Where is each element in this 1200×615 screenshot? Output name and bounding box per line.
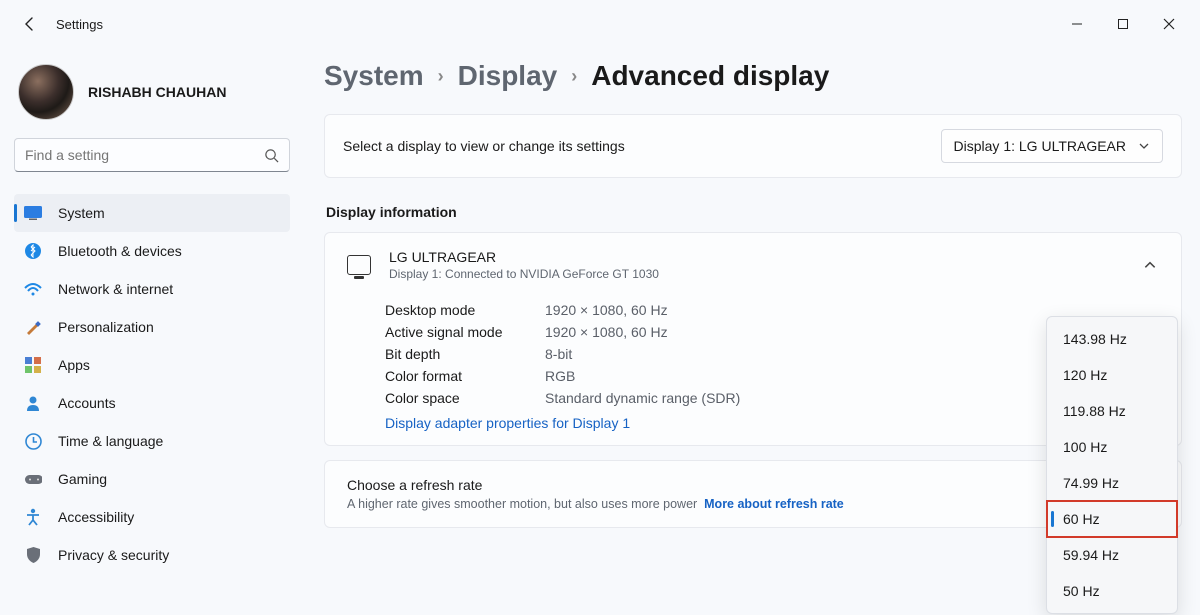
maximize-button[interactable] [1100, 6, 1146, 42]
sidebar-item-gaming[interactable]: Gaming [14, 460, 290, 498]
sidebar-item-apps[interactable]: Apps [14, 346, 290, 384]
info-value: Standard dynamic range (SDR) [545, 390, 740, 406]
refresh-sub: A higher rate gives smoother motion, but… [347, 497, 1159, 511]
sidebar-item-system[interactable]: System [14, 194, 290, 232]
avatar [18, 64, 74, 120]
search-icon [264, 148, 279, 163]
info-row: Bit depth8-bit [385, 343, 1159, 365]
breadcrumb: System › Display › Advanced display [324, 60, 1182, 92]
search-box[interactable] [14, 138, 290, 172]
info-key: Color format [385, 368, 545, 384]
refresh-rate-option[interactable]: 119.88 Hz [1047, 393, 1177, 429]
gamepad-icon [24, 470, 42, 488]
chevron-right-icon: › [438, 66, 444, 87]
sidebar-item-bluetooth-devices[interactable]: Bluetooth & devices [14, 232, 290, 270]
select-display-label: Select a display to view or change its s… [343, 138, 625, 154]
close-button[interactable] [1146, 6, 1192, 42]
sidebar-item-accounts[interactable]: Accounts [14, 384, 290, 422]
info-value: 1920 × 1080, 60 Hz [545, 324, 668, 340]
sidebar-item-label: Accounts [58, 395, 116, 411]
minimize-button[interactable] [1054, 6, 1100, 42]
refresh-rate-option[interactable]: 50 Hz [1047, 573, 1177, 609]
info-value: 1920 × 1080, 60 Hz [545, 302, 668, 318]
wifi-icon [24, 280, 42, 298]
bluetooth-icon [24, 242, 42, 260]
sidebar-item-personalization[interactable]: Personalization [14, 308, 290, 346]
info-key: Desktop mode [385, 302, 545, 318]
a11y-icon [24, 508, 42, 526]
window-title: Settings [56, 17, 103, 32]
profile[interactable]: RISHABH CHAUHAN [14, 54, 290, 138]
search-input[interactable] [25, 147, 264, 163]
refresh-more-link[interactable]: More about refresh rate [704, 497, 844, 511]
display-selector-value: Display 1: LG ULTRAGEAR [954, 138, 1126, 154]
brush-icon [24, 318, 42, 336]
info-key: Bit depth [385, 346, 545, 362]
breadcrumb-system[interactable]: System [324, 60, 424, 92]
refresh-rate-option[interactable]: 120 Hz [1047, 357, 1177, 393]
sidebar-item-label: System [58, 205, 105, 221]
section-title-display-info: Display information [326, 204, 1182, 220]
chevron-down-icon [1138, 140, 1150, 152]
sidebar-item-label: Apps [58, 357, 90, 373]
sidebar-nav: System Bluetooth & devices Network & inter… [14, 194, 290, 574]
info-row: Color formatRGB [385, 365, 1159, 387]
refresh-rate-option[interactable]: 60 Hz [1047, 501, 1177, 537]
sidebar-item-label: Time & language [58, 433, 163, 449]
sidebar-item-privacy-security[interactable]: Privacy & security [14, 536, 290, 574]
refresh-rate-menu[interactable]: 143.98 Hz120 Hz119.88 Hz100 Hz74.99 Hz60… [1046, 316, 1178, 614]
titlebar: Settings [0, 0, 1200, 48]
username: RISHABH CHAUHAN [88, 84, 226, 100]
refresh-title: Choose a refresh rate [347, 477, 1159, 493]
sidebar-item-time-language[interactable]: Time & language [14, 422, 290, 460]
sidebar-item-label: Bluetooth & devices [58, 243, 182, 259]
display-sub: Display 1: Connected to NVIDIA GeForce G… [389, 267, 659, 281]
shield-icon [24, 546, 42, 564]
info-key: Active signal mode [385, 324, 545, 340]
refresh-rate-option[interactable]: 143.98 Hz [1047, 321, 1177, 357]
sidebar-item-network-internet[interactable]: Network & internet [14, 270, 290, 308]
chevron-up-icon [1141, 258, 1159, 272]
sidebar-item-label: Personalization [58, 319, 154, 335]
apps-icon [24, 356, 42, 374]
info-key: Color space [385, 390, 545, 406]
select-display-card: Select a display to view or change its s… [324, 114, 1182, 178]
breadcrumb-current: Advanced display [591, 60, 829, 92]
refresh-rate-option[interactable]: 74.99 Hz [1047, 465, 1177, 501]
display-info-header[interactable]: LG ULTRAGEAR Display 1: Connected to NVI… [325, 233, 1181, 293]
refresh-rate-option[interactable]: 100 Hz [1047, 429, 1177, 465]
sidebar-item-accessibility[interactable]: Accessibility [14, 498, 290, 536]
sidebar: RISHABH CHAUHAN System Bluetooth & device… [0, 48, 300, 615]
window-controls [1054, 6, 1192, 42]
display-name: LG ULTRAGEAR [389, 249, 659, 265]
monitor-icon [347, 255, 371, 275]
chevron-right-icon: › [571, 66, 577, 87]
breadcrumb-display[interactable]: Display [458, 60, 558, 92]
sidebar-item-label: Accessibility [58, 509, 134, 525]
info-value: RGB [545, 368, 575, 384]
info-row: Color spaceStandard dynamic range (SDR) [385, 387, 1159, 409]
refresh-rate-option[interactable]: 59.94 Hz [1047, 537, 1177, 573]
sidebar-item-label: Privacy & security [58, 547, 169, 563]
sidebar-item-label: Gaming [58, 471, 107, 487]
person-icon [24, 394, 42, 412]
info-row: Desktop mode1920 × 1080, 60 Hz [385, 299, 1159, 321]
info-value: 8-bit [545, 346, 572, 362]
display-selector-dropdown[interactable]: Display 1: LG ULTRAGEAR [941, 129, 1163, 163]
info-row: Active signal mode1920 × 1080, 60 Hz [385, 321, 1159, 343]
system-icon [24, 204, 42, 222]
sidebar-item-label: Network & internet [58, 281, 173, 297]
adapter-properties-link[interactable]: Display adapter properties for Display 1 [385, 409, 1159, 431]
clock-icon [24, 432, 42, 450]
back-button[interactable] [18, 12, 42, 36]
